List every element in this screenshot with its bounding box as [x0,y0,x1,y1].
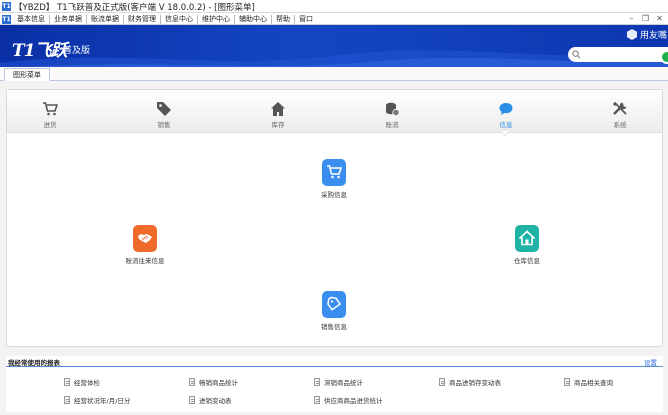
document-icon [314,378,320,386]
tools-icon [612,101,627,115]
online-status-icon[interactable] [660,50,668,64]
nav-inventory[interactable]: 库存 [248,90,308,132]
purchase-info-label[interactable]: 采购信息 [304,189,364,199]
report-label: 商品相关查询 [574,379,613,387]
active-nav-caret [501,131,509,136]
menu-app-icon[interactable]: T1 [2,14,11,24]
handshake-icon [138,234,152,243]
account-flow-info-button[interactable] [133,225,157,252]
nav-sales[interactable]: 销售 [134,90,194,132]
nav-info-label: 信息 [499,121,513,129]
edition-label: 普及版 [63,46,91,56]
cart-icon [327,165,342,179]
report-label: 供应商商品进货统计 [324,397,383,405]
coins-icon [386,102,400,117]
document-icon [189,378,195,386]
app-icon: T1 [2,2,11,11]
frequent-reports-title: 我经常使用的报表 [8,359,60,367]
window-title: 【YBZD】 T1飞跃普及正式版(客户端 V 18.0.0.2) - [图形菜单… [14,3,255,13]
tab-graphic-menu[interactable]: 图形菜单 [4,68,50,81]
minimize-icon[interactable]: – [627,14,636,23]
sales-info-button[interactable] [322,291,346,318]
warehouse-info-label[interactable]: 仓库信息 [497,255,557,265]
chat-icon [499,103,513,115]
graphic-menu-panel: 进货 销售 库存 账流 信息 系统 采购信息 账流往来信息 仓库信息 销售信息 [6,89,663,347]
document-icon [64,378,70,386]
tag-icon [327,296,342,311]
close-icon[interactable]: ✕ [655,14,664,23]
user-info[interactable]: 用友嘴 [627,28,667,41]
menu-finance[interactable]: 财务管理 [124,14,161,24]
report-label: 经营体检 [74,379,100,387]
menu-basic-info[interactable]: 基本信息 [13,14,50,24]
nav-accounts-label: 账流 [385,121,399,129]
report-label: 滞销商品统计 [324,379,363,387]
report-link[interactable]: 商品进销存变动表 [439,377,501,387]
nav-accounts[interactable]: 账流 [362,90,422,132]
nav-sales-label: 销售 [157,121,171,129]
document-icon [64,396,70,404]
frequent-reports-header: 我经常使用的报表 设置 [6,356,663,367]
nav-info[interactable]: 信息 [476,90,536,132]
tab-strip: 图形菜单 [0,67,668,81]
nav-purchase-label: 进货 [43,121,57,129]
menu-info-center[interactable]: 信息中心 [161,14,198,24]
tag-icon [157,102,171,116]
nav-system-label: 系统 [613,121,627,129]
menu-help[interactable]: 帮助 [272,14,295,24]
nav-system[interactable]: 系统 [590,90,650,132]
report-label: 进销变动表 [199,397,232,405]
header-banner: T1飞跃 普及版 用友嘴 [0,25,668,67]
nav-inventory-label: 库存 [271,121,285,129]
menu-assist[interactable]: 辅助中心 [235,14,272,24]
warehouse-info-button[interactable] [515,225,539,252]
product-logo: T1飞跃 [12,41,67,61]
account-flow-info-label[interactable]: 账流往来信息 [115,255,175,265]
report-link[interactable]: 畅销商品统计 [189,377,238,387]
search-icon [572,50,581,59]
document-icon [189,396,195,404]
report-link[interactable]: 进销变动表 [189,395,232,405]
report-label: 经营状况年/月/日分 [74,397,131,405]
search-input[interactable] [568,47,668,62]
document-icon [439,378,445,386]
report-link[interactable]: 滞销商品统计 [314,377,363,387]
menu-business-docs[interactable]: 业务单据 [50,14,87,24]
document-icon [564,378,570,386]
menu-window[interactable]: 窗口 [295,15,317,24]
cart-icon [43,102,58,116]
menubar: T1 基本信息 业务单据 账流单据 财务管理 信息中心 维护中心 辅助中心 帮助… [0,13,668,25]
house-icon [519,230,535,246]
nav-purchase[interactable]: 进货 [20,90,80,132]
sales-info-label[interactable]: 销售信息 [304,321,364,331]
restore-icon[interactable]: ❐ [641,14,650,23]
window-titlebar: T1 【YBZD】 T1飞跃普及正式版(客户端 V 18.0.0.2) - [图… [0,0,668,13]
report-label: 商品进销存变动表 [449,379,501,387]
report-label: 畅销商品统计 [199,379,238,387]
document-icon [314,396,320,404]
house-icon [271,102,285,116]
user-hex-icon [627,29,637,40]
menu-maintenance[interactable]: 维护中心 [198,14,235,24]
reports-settings-link[interactable]: 设置 [644,357,657,367]
menu-account-docs[interactable]: 账流单据 [87,14,124,24]
frequent-reports-panel: 我经常使用的报表 设置 经营体检 畅销商品统计 滞销商品统计 商品进销存变动表 … [6,356,663,412]
report-link[interactable]: 供应商商品进货统计 [314,395,383,405]
report-link[interactable]: 商品相关查询 [564,377,613,387]
report-link[interactable]: 经营体检 [64,377,100,387]
module-navbar: 进货 销售 库存 账流 信息 系统 [7,90,662,133]
user-name: 用友嘴 [640,31,668,41]
report-link[interactable]: 经营状况年/月/日分 [64,395,130,405]
purchase-info-button[interactable] [322,159,346,186]
